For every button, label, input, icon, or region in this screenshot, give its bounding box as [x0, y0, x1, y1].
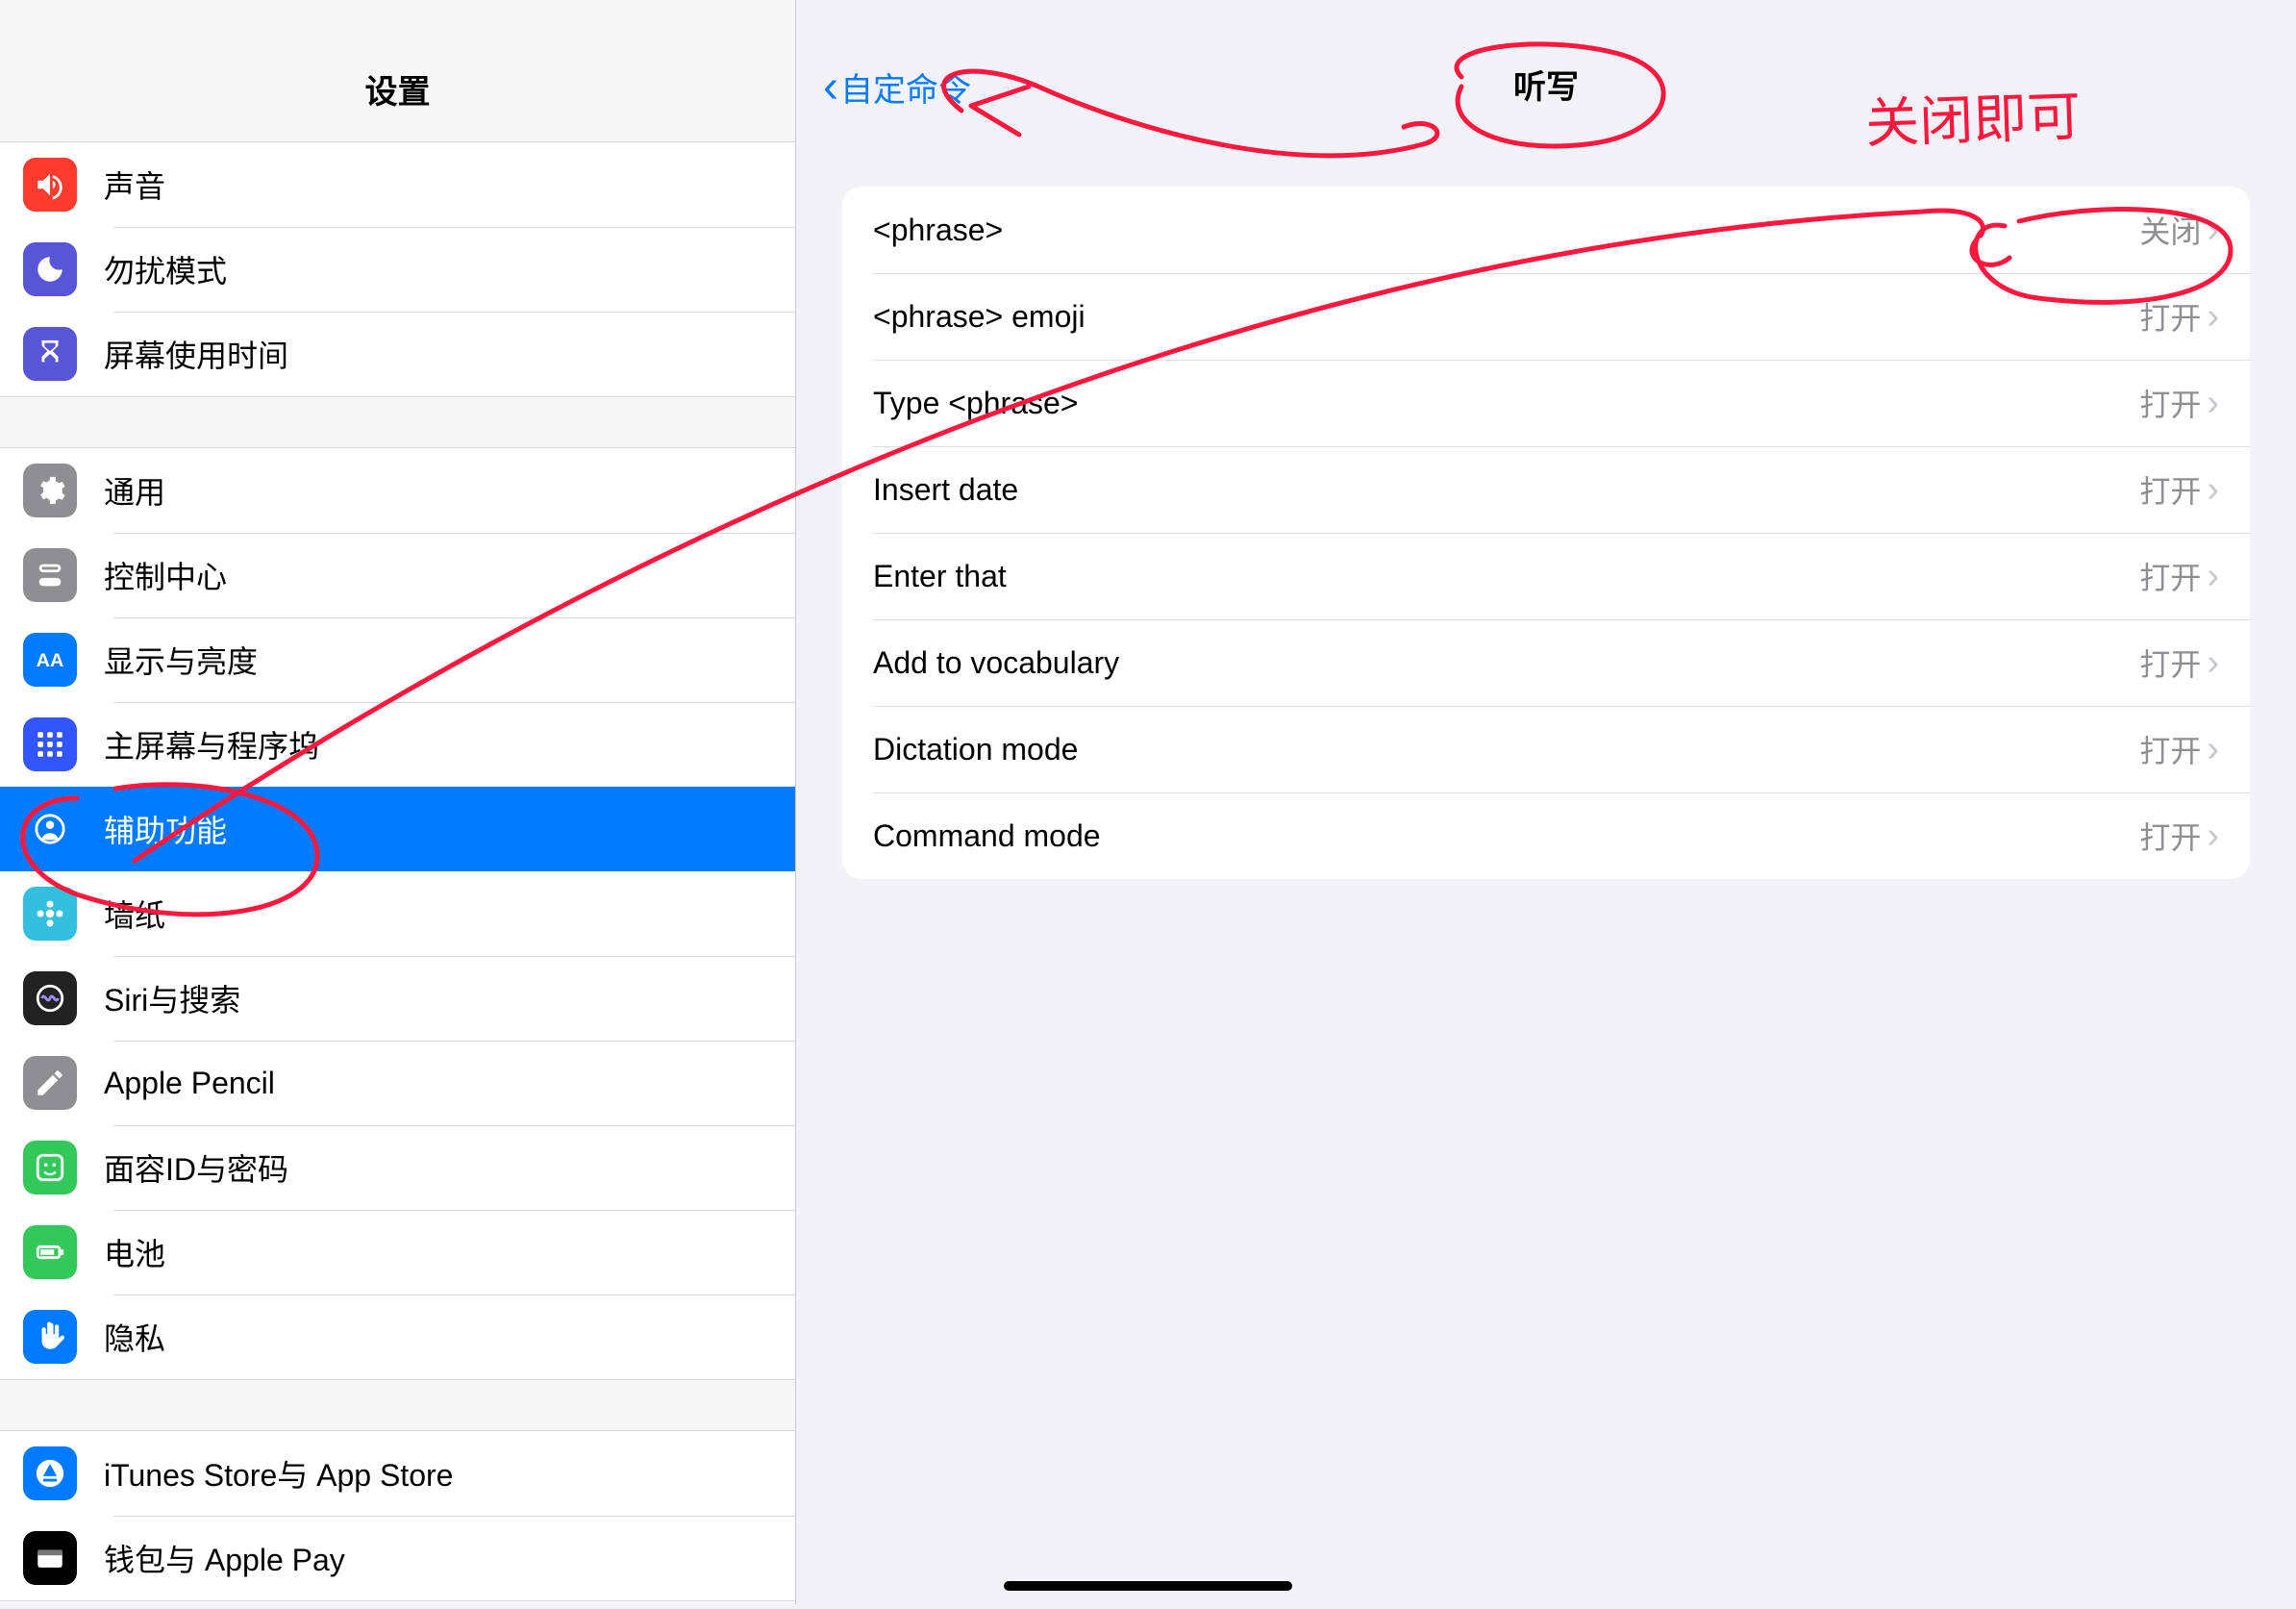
- sidebar-item-label: 电池: [104, 1230, 165, 1274]
- sidebar-item-battery[interactable]: 电池: [0, 1210, 795, 1295]
- chevron-right-icon: ›: [2207, 296, 2219, 338]
- command-row[interactable]: Insert date打开›: [842, 446, 2250, 533]
- sidebar-item-label: 屏幕使用时间: [104, 332, 288, 376]
- detail-title: 听写: [1513, 61, 1579, 108]
- sidebar-item-label: Apple Pencil: [104, 1066, 275, 1101]
- back-button[interactable]: ‹ 自定命令: [823, 63, 971, 111]
- person-icon: [23, 802, 77, 856]
- sidebar-item-siri[interactable]: Siri与搜索: [0, 956, 795, 1041]
- sidebar-item-general[interactable]: 通用: [0, 448, 795, 533]
- hourglass-icon: [23, 327, 77, 381]
- sidebar-item-wallet[interactable]: 钱包与 Apple Pay: [0, 1516, 795, 1600]
- sidebar-item-label: 控制中心: [104, 553, 227, 597]
- sidebar-item-screen-time[interactable]: 屏幕使用时间: [0, 312, 795, 396]
- sidebar-item-label: 主屏幕与程序坞: [104, 722, 319, 767]
- sidebar-item-label: 辅助功能: [104, 807, 227, 851]
- wallet-icon: [23, 1531, 77, 1585]
- command-value: 打开: [2139, 467, 2201, 512]
- gear-icon: [23, 464, 77, 517]
- chevron-right-icon: ›: [2207, 383, 2219, 424]
- hand-icon: [23, 1310, 77, 1364]
- command-row[interactable]: Add to vocabulary打开›: [842, 619, 2250, 706]
- detail-header: ‹ 自定命令 听写: [796, 0, 2296, 125]
- command-value: 打开: [2139, 554, 2201, 598]
- sidebar-item-pencil[interactable]: Apple Pencil: [0, 1041, 795, 1125]
- batt-icon: [23, 1225, 77, 1279]
- command-label: <phrase> emoji: [873, 299, 2139, 335]
- command-value: 打开: [2139, 641, 2201, 685]
- sidebar-item-label: 钱包与 Apple Pay: [104, 1536, 345, 1580]
- pencil-icon: [23, 1056, 77, 1110]
- face-icon: [23, 1141, 77, 1194]
- command-value: 关闭: [2139, 208, 2201, 252]
- sidebar-item-privacy[interactable]: 隐私: [0, 1295, 795, 1379]
- settings-sidebar: 设置 声音勿扰模式屏幕使用时间通用控制中心显示与亮度主屏幕与程序坞辅助功能墙纸 S…: [0, 0, 796, 1604]
- command-label: <phrase>: [873, 213, 2139, 248]
- command-row[interactable]: <phrase>关闭›: [842, 187, 2250, 273]
- command-label: Dictation mode: [873, 732, 2139, 767]
- sidebar-item-sounds[interactable]: 声音: [0, 142, 795, 227]
- command-label: Command mode: [873, 818, 2139, 854]
- command-row[interactable]: Enter that打开›: [842, 533, 2250, 619]
- command-label: Insert date: [873, 472, 2139, 508]
- command-label: Add to vocabulary: [873, 645, 2139, 681]
- command-value: 打开: [2139, 814, 2201, 858]
- command-label: Type <phrase>: [873, 386, 2139, 421]
- detail-pane: ‹ 自定命令 听写 <phrase>关闭›<phrase> emoji打开›Ty…: [796, 0, 2296, 1604]
- sidebar-item-accessibility[interactable]: 辅助功能: [0, 787, 795, 871]
- sidebar-item-home-screen[interactable]: 主屏幕与程序坞: [0, 702, 795, 787]
- sidebar-item-itunes[interactable]: iTunes Store与 App Store: [0, 1431, 795, 1516]
- sidebar-item-label: 显示与亮度: [104, 638, 258, 682]
- command-row[interactable]: <phrase> emoji打开›: [842, 273, 2250, 360]
- command-value: 打开: [2139, 381, 2201, 425]
- grid-icon: [23, 717, 77, 771]
- siri-icon: [23, 971, 77, 1025]
- sidebar-item-label: iTunes Store与 App Store: [104, 1451, 453, 1496]
- sidebar-title: 设置: [0, 65, 795, 113]
- sidebar-item-label: Siri与搜索: [104, 976, 240, 1020]
- command-row[interactable]: Type <phrase>打开›: [842, 360, 2250, 446]
- command-label: Enter that: [873, 559, 2139, 594]
- appstore-icon: [23, 1446, 77, 1500]
- flower-icon: [23, 887, 77, 941]
- chevron-right-icon: ›: [2207, 729, 2219, 770]
- chevron-right-icon: ›: [2207, 210, 2219, 251]
- sidebar-item-label: 墙纸: [104, 892, 165, 936]
- sidebar-item-control-center[interactable]: 控制中心: [0, 533, 795, 617]
- aa-icon: [23, 633, 77, 687]
- speaker-icon: [23, 158, 77, 212]
- sidebar-item-label: 隐私: [104, 1315, 165, 1359]
- chevron-right-icon: ›: [2207, 816, 2219, 857]
- sidebar-item-label: 声音: [104, 163, 165, 207]
- sidebar-item-wallpaper[interactable]: 墙纸: [0, 871, 795, 956]
- switches-icon: [23, 548, 77, 602]
- home-indicator[interactable]: [1004, 1581, 1292, 1591]
- command-row[interactable]: Dictation mode打开›: [842, 706, 2250, 792]
- sidebar-item-label: 勿扰模式: [104, 247, 227, 291]
- sidebar-item-label: 面容ID与密码: [104, 1145, 288, 1190]
- sidebar-item-dnd[interactable]: 勿扰模式: [0, 227, 795, 312]
- moon-icon: [23, 242, 77, 296]
- back-label: 自定命令: [840, 63, 971, 111]
- sidebar-item-label: 通用: [104, 468, 165, 513]
- command-value: 打开: [2139, 727, 2201, 771]
- chevron-right-icon: ›: [2207, 556, 2219, 597]
- chevron-right-icon: ›: [2207, 469, 2219, 511]
- chevron-right-icon: ›: [2207, 642, 2219, 684]
- command-row[interactable]: Command mode打开›: [842, 792, 2250, 879]
- sidebar-item-faceid[interactable]: 面容ID与密码: [0, 1125, 795, 1210]
- commands-list: <phrase>关闭›<phrase> emoji打开›Type <phrase…: [842, 187, 2250, 879]
- command-value: 打开: [2139, 294, 2201, 339]
- chevron-left-icon: ‹: [823, 64, 838, 111]
- sidebar-item-display[interactable]: 显示与亮度: [0, 617, 795, 702]
